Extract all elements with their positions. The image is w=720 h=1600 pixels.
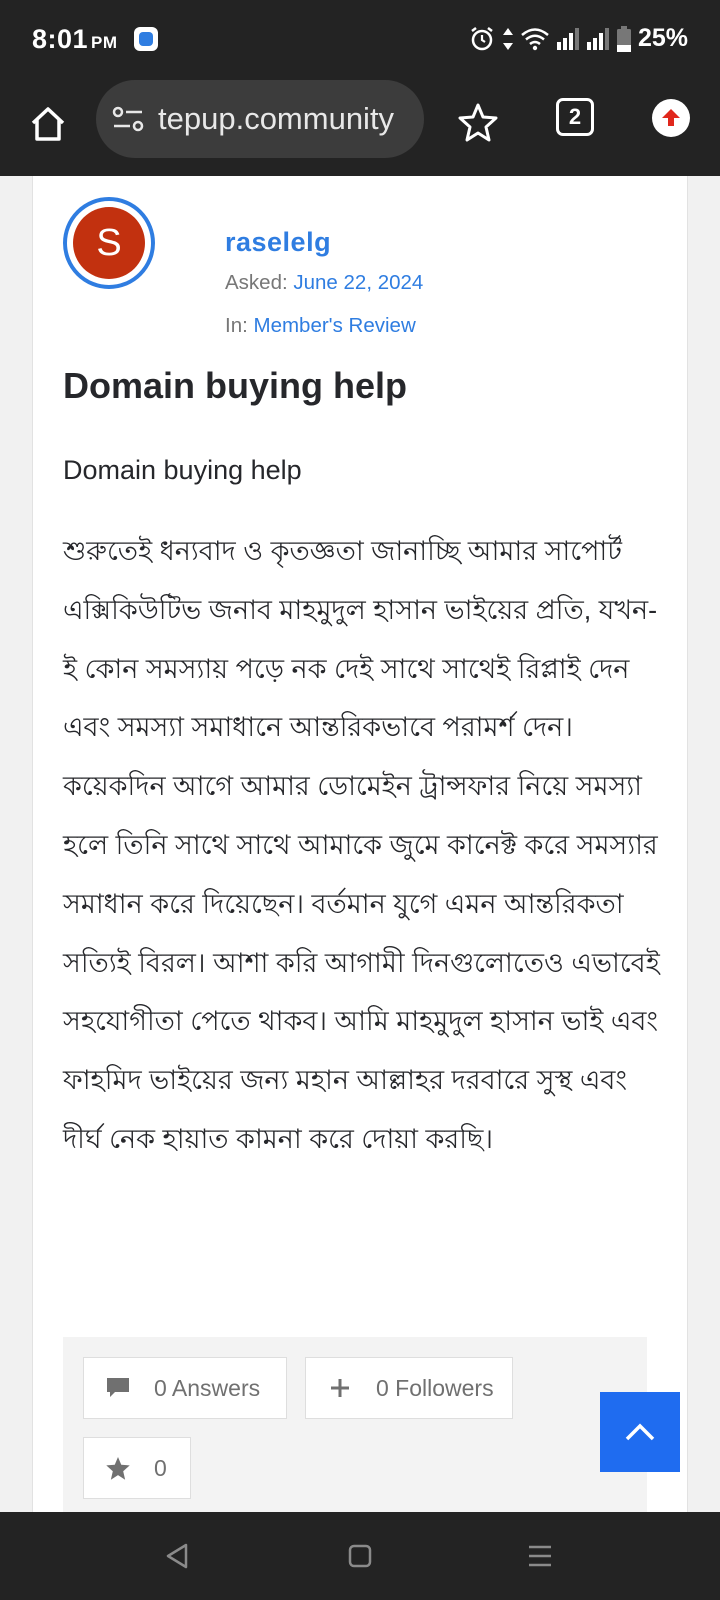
chevron-up-icon xyxy=(625,1423,655,1441)
bookmark-button[interactable] xyxy=(452,96,504,148)
status-bar: 8:01 PM 25% xyxy=(0,0,720,78)
asked-label: Asked: xyxy=(225,271,288,294)
battery-icon xyxy=(616,25,631,52)
answers-label: 0 Answers xyxy=(154,1374,261,1401)
system-nav-bar xyxy=(0,1512,720,1600)
question-title: Domain buying help xyxy=(63,365,408,406)
wifi-icon xyxy=(521,27,549,50)
follow-button[interactable]: 0 Followers xyxy=(305,1357,513,1419)
page-content: S raselelg Asked: June 22, 2024 In: Memb… xyxy=(0,176,720,1512)
address-bar[interactable]: tepup.community xyxy=(96,80,424,158)
notification-app-icon xyxy=(134,27,158,51)
time-ampm: PM xyxy=(91,33,118,52)
signal-icon-2 xyxy=(586,27,609,50)
data-arrows-icon xyxy=(502,27,513,50)
star-outline-icon xyxy=(458,103,498,142)
site-settings-icon[interactable] xyxy=(112,103,144,135)
plus-icon xyxy=(326,1374,354,1402)
battery-percent: 25% xyxy=(637,24,688,52)
home-nav-button[interactable] xyxy=(338,1534,382,1578)
favorite-button[interactable]: 0 xyxy=(83,1437,191,1499)
category-link[interactable]: Member's Review xyxy=(254,314,416,337)
recents-button[interactable] xyxy=(518,1534,562,1578)
star-icon xyxy=(104,1454,132,1482)
alarm-icon xyxy=(471,26,493,50)
comment-icon xyxy=(104,1374,132,1402)
asked-meta: Asked: June 22, 2024 xyxy=(225,271,423,295)
home-square-icon xyxy=(348,1544,372,1568)
home-button[interactable] xyxy=(22,98,74,150)
in-label: In: xyxy=(225,314,248,337)
avatar-initial: S xyxy=(73,207,145,279)
recents-icon xyxy=(529,1545,551,1567)
status-icons: 25% xyxy=(468,24,688,53)
avatar[interactable]: S xyxy=(63,197,155,289)
answers-button[interactable]: 0 Answers xyxy=(83,1357,287,1419)
tab-count: 2 xyxy=(568,104,582,129)
question-card: S raselelg Asked: June 22, 2024 In: Memb… xyxy=(32,176,688,1512)
asked-date-link[interactable]: June 22, 2024 xyxy=(293,271,423,294)
scroll-to-top-button[interactable] xyxy=(600,1392,680,1472)
followers-label: 0 Followers xyxy=(376,1374,494,1401)
favorite-count: 0 xyxy=(154,1454,167,1481)
category-meta: In: Member's Review xyxy=(225,314,416,338)
home-icon xyxy=(31,107,65,141)
back-icon xyxy=(166,1543,188,1569)
time-value: 8:01 xyxy=(32,24,89,54)
question-actions: 0 Answers 0 Followers 0 xyxy=(63,1337,647,1512)
status-time: 8:01 PM xyxy=(32,24,118,55)
url-text[interactable]: tepup.community xyxy=(158,101,394,137)
browser-toolbar: tepup.community 2 xyxy=(0,78,720,254)
update-icon xyxy=(662,109,680,126)
question-body: শুরুতেই ধন্যবাদ ও কৃতজ্ঞতা জানাচ্ছি আমার… xyxy=(63,536,660,1154)
author-name[interactable]: raselelg xyxy=(225,227,331,258)
question-subtitle: Domain buying help xyxy=(63,455,302,485)
signal-icon-1 xyxy=(556,27,579,50)
back-button[interactable] xyxy=(155,1534,199,1578)
tabs-button[interactable]: 2 xyxy=(556,98,594,136)
update-button[interactable] xyxy=(652,99,690,137)
